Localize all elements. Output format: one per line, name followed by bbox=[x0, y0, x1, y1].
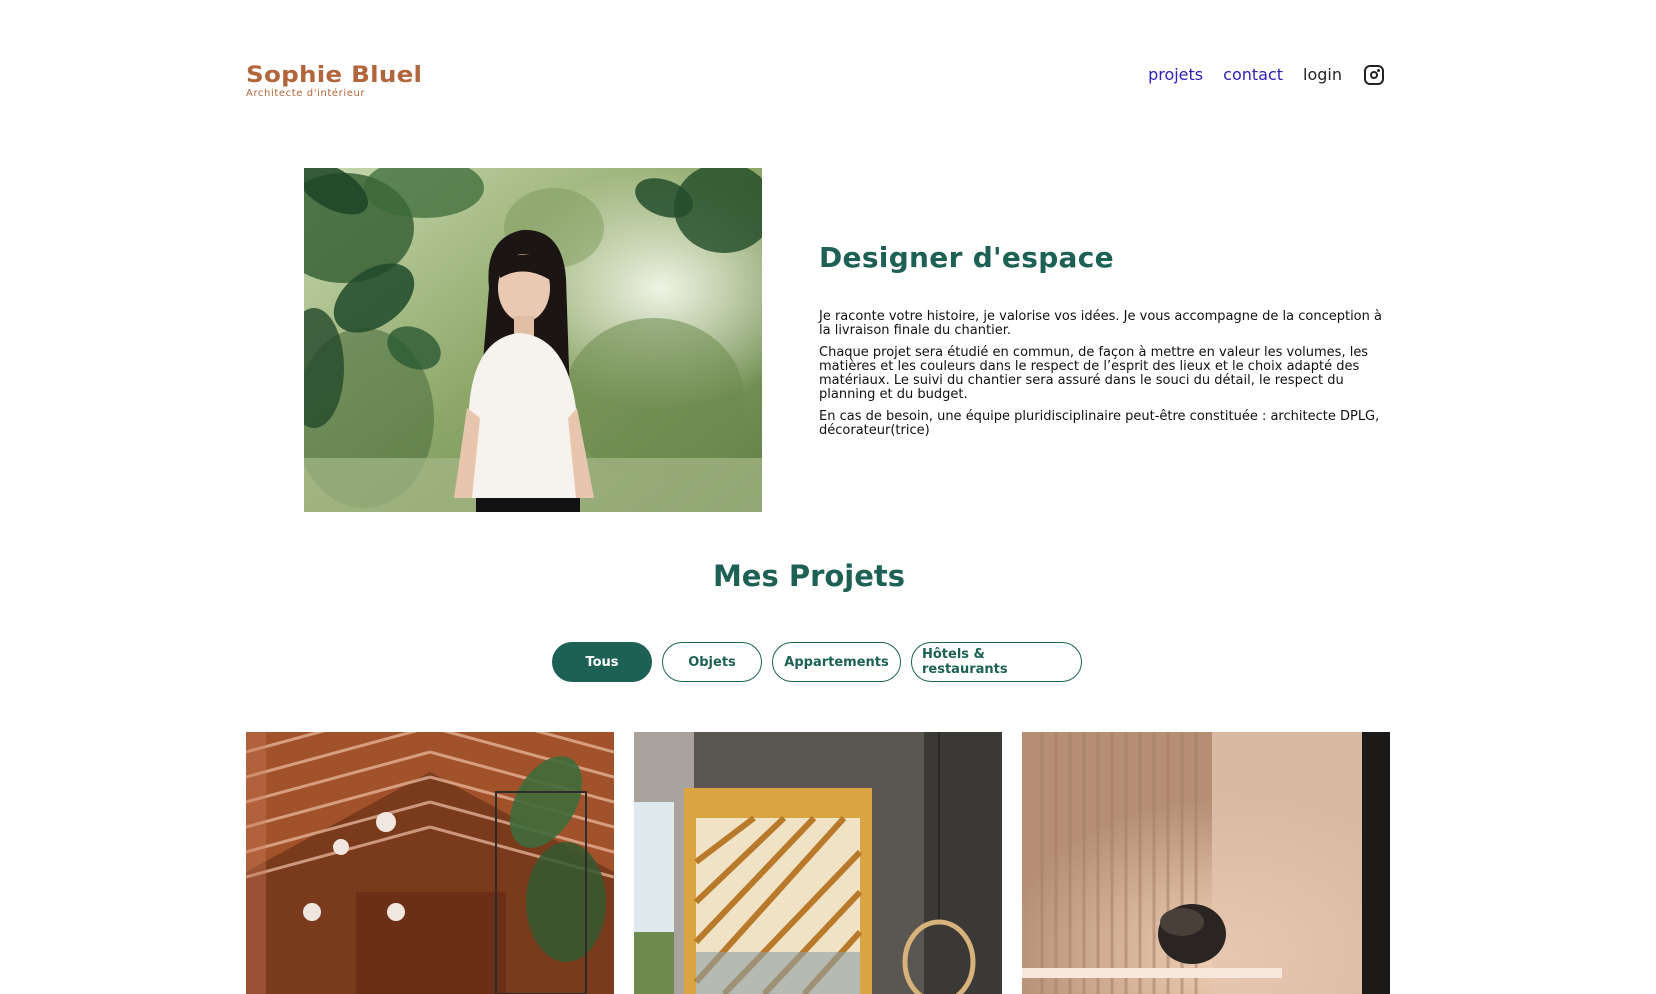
page: Sophie Bluel Architecte d'intérieur proj… bbox=[0, 0, 1656, 994]
filter-hotels-restaurants-button[interactable]: Hôtels & restaurants bbox=[911, 642, 1082, 682]
portrait-photo bbox=[304, 168, 762, 512]
nav-link-login[interactable]: login bbox=[1303, 64, 1342, 86]
nav-link-projets[interactable]: projets bbox=[1148, 64, 1203, 86]
nav-link-contact[interactable]: contact bbox=[1223, 64, 1283, 86]
project-gallery bbox=[246, 732, 1390, 994]
project-card[interactable] bbox=[634, 732, 1002, 994]
filter-appartements-button[interactable]: Appartements bbox=[772, 642, 901, 682]
project-image bbox=[1022, 732, 1390, 994]
intro-article: Designer d'espace Je raconte votre histo… bbox=[819, 236, 1393, 446]
intro-paragraph: Je raconte votre histoire, je valorise v… bbox=[819, 309, 1382, 338]
logo-title: Sophie Bluel bbox=[246, 63, 423, 88]
main-nav: projets contact login bbox=[1148, 64, 1384, 86]
filter-objets-button[interactable]: Objets bbox=[662, 642, 762, 682]
filter-tous-button[interactable]: Tous bbox=[552, 642, 652, 682]
intro-title: Designer d'espace bbox=[819, 241, 1114, 274]
filter-bar: Tous Objets Appartements Hôtels & restau… bbox=[552, 642, 1082, 682]
project-card[interactable] bbox=[246, 732, 614, 994]
logo-subtitle: Architecte d'intérieur bbox=[246, 88, 366, 99]
intro-paragraph: En cas de besoin, une équipe pluridiscip… bbox=[819, 409, 1380, 438]
instagram-icon[interactable] bbox=[1364, 65, 1384, 85]
logo[interactable]: Sophie Bluel Architecte d'intérieur bbox=[246, 64, 422, 100]
intro-paragraph: Chaque projet sera étudié en commun, de … bbox=[819, 345, 1369, 402]
projects-title: Mes Projets bbox=[712, 559, 906, 593]
project-card[interactable] bbox=[1022, 732, 1390, 994]
project-image bbox=[634, 732, 1002, 994]
project-image bbox=[246, 732, 614, 994]
